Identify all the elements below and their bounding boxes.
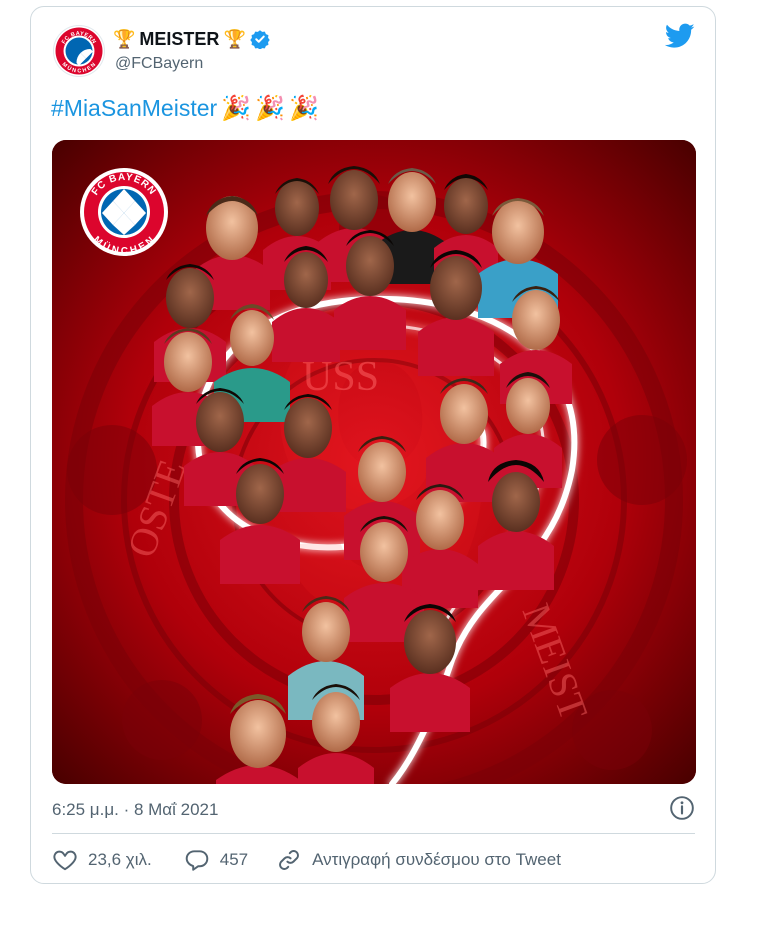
like-count: 23,6 χιλ. — [88, 850, 152, 869]
link-icon — [279, 850, 300, 870]
heart-icon — [53, 850, 77, 871]
copy-link-label: Αντιγραφή συνδέσμου στο Tweet — [312, 850, 561, 869]
championship-graphic: USS MEIST OSTE 9 — [52, 140, 696, 784]
fc-bayern-logo-icon: FC BAYERN MÜNCHEN — [80, 168, 168, 257]
trophy-icon: 🏆 — [113, 29, 136, 49]
tweet-media-image[interactable]: USS MEIST OSTE 9 — [52, 140, 696, 784]
party-popper-icon: 🎉 — [221, 94, 252, 122]
info-icon[interactable] — [669, 795, 695, 821]
tweet-timestamp[interactable]: 6:25 μ.μ. · 8 Μαΐ 2021 — [52, 800, 218, 820]
profile-avatar[interactable]: FC BAYERN MÜNCHEN — [53, 25, 105, 77]
verified-badge-icon — [250, 30, 270, 49]
display-name-row[interactable]: 🏆 MEISTER 🏆 — [113, 27, 270, 51]
party-popper-icon: 🎉 — [255, 94, 285, 122]
divider — [52, 833, 695, 834]
user-handle[interactable]: @FCBayern — [115, 55, 203, 73]
tweet-actions: 23,6 χιλ. 457 Αντιγραφή συνδέσμου στο Tw… — [52, 847, 561, 873]
display-name[interactable]: MEISTER — [139, 29, 219, 50]
party-popper-icon: 🎉 — [288, 94, 319, 122]
copy-link-button[interactable]: Αντιγραφή συνδέσμου στο Tweet — [276, 847, 561, 873]
hashtag-link[interactable]: #MiaSanMeister — [51, 95, 217, 122]
reply-bubble-icon — [185, 850, 209, 871]
reply-button[interactable]: 457 — [184, 847, 248, 873]
tweet-card: FC BAYERN MÜNCHEN 🏆 MEISTER 🏆 @FCBayern … — [30, 6, 716, 884]
reply-count: 457 — [219, 850, 249, 869]
twitter-bird-icon[interactable] — [665, 23, 695, 49]
fc-bayern-logo-icon: FC BAYERN MÜNCHEN — [55, 27, 103, 75]
trophy-icon: 🏆 — [223, 29, 246, 49]
tweet-text: #MiaSanMeister 🎉 🎉 🎉 — [51, 95, 319, 122]
like-button[interactable]: 23,6 χιλ. — [52, 847, 152, 873]
